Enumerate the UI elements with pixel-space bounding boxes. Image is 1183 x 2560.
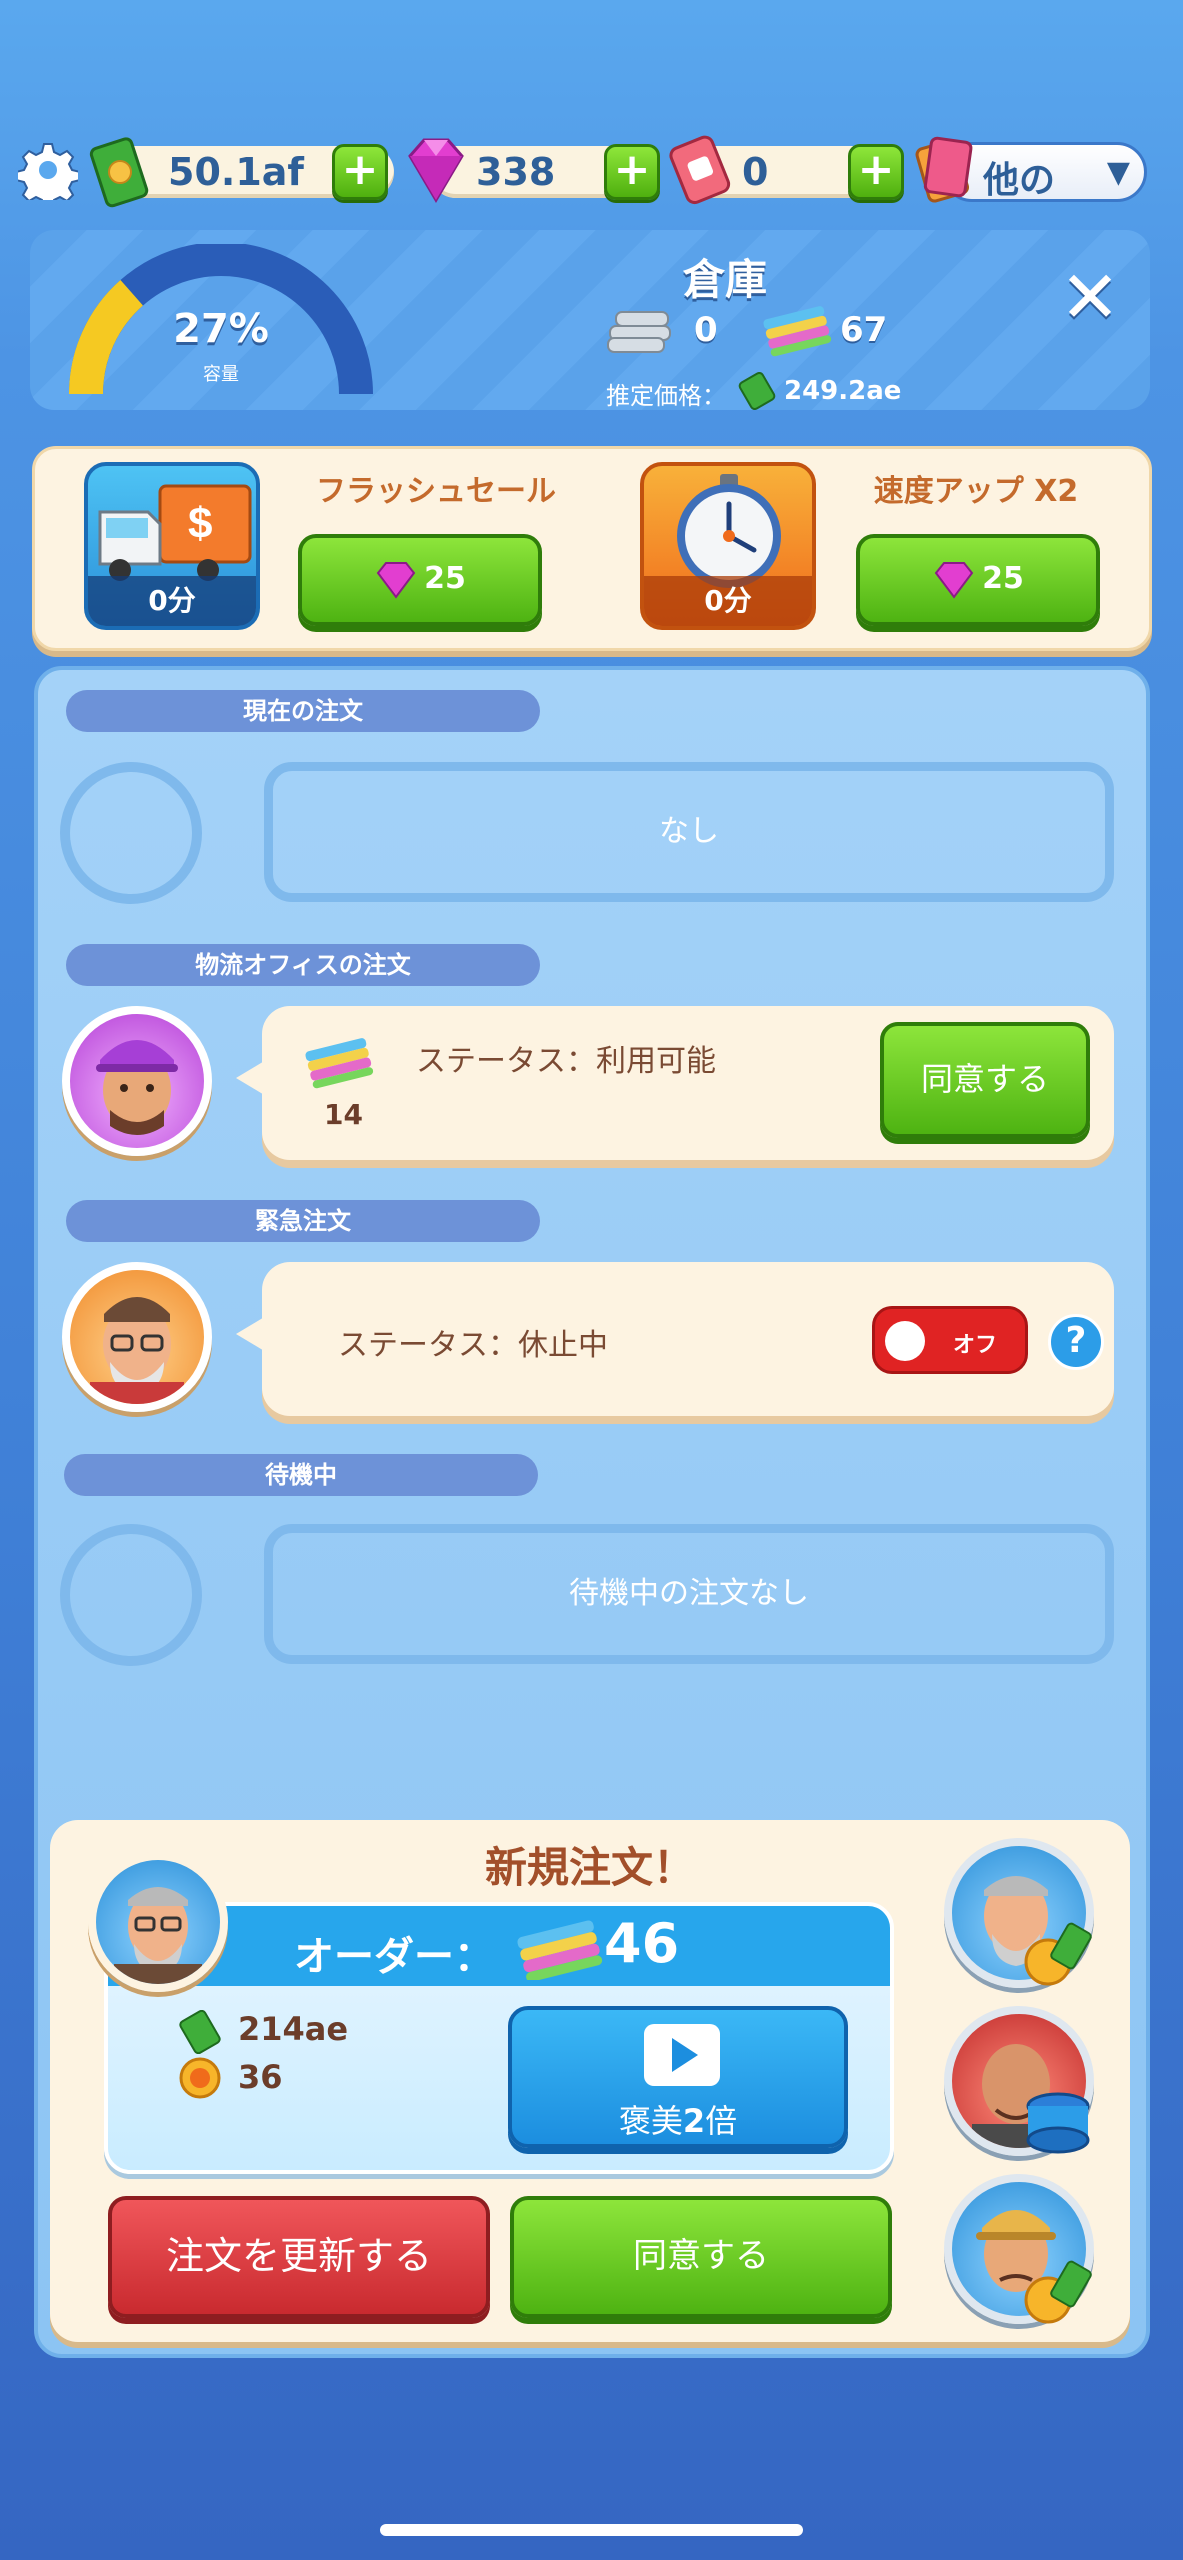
urgent-courier-avatar xyxy=(62,1262,212,1412)
urgent-status: ステータス：休止中 xyxy=(338,1328,608,1363)
logistics-courier-avatar xyxy=(62,1006,212,1156)
estimated-price-value: 249.2ae xyxy=(784,376,902,406)
card-pack-icon xyxy=(912,130,978,210)
coin-cash-reward-icon xyxy=(1024,1922,1092,1986)
coin-cash-reward-icon xyxy=(1024,2260,1092,2324)
capacity-percent: 27% xyxy=(173,306,269,352)
flash-sale-truck-icon: $ 0分 xyxy=(84,462,260,630)
urgent-toggle[interactable]: オフ xyxy=(872,1306,1028,1374)
double-reward-label: 褒美2倍 xyxy=(512,2096,844,2142)
cash-icon xyxy=(88,136,152,208)
new-order-accept-button[interactable]: 同意する xyxy=(510,2196,892,2318)
gem-icon xyxy=(398,134,474,208)
toggle-label: オフ xyxy=(953,1333,998,1358)
gem-icon xyxy=(376,561,416,599)
double-reward-suffix: 倍 xyxy=(705,2102,738,2140)
current-order-empty: なし xyxy=(264,762,1114,902)
flash-sale-cost: 25 xyxy=(424,561,466,596)
close-button[interactable]: ✕ xyxy=(1055,261,1125,333)
estimated-price-label: 推定価格： xyxy=(606,382,726,410)
warehouse-title: 倉庫 xyxy=(682,255,767,304)
tickets-value: 0 xyxy=(742,150,769,194)
gem-icon xyxy=(934,561,974,599)
logistics-order-label: 物流オフィスの注文 xyxy=(66,944,540,986)
metal-count: 0 xyxy=(694,310,718,350)
fabric-icon xyxy=(758,300,838,360)
double-reward-multiplier: 2 xyxy=(682,2102,706,2140)
double-reward-video-button[interactable]: 褒美2倍 xyxy=(508,2006,848,2148)
logistics-accept-button[interactable]: 同意する xyxy=(880,1022,1090,1138)
waiting-empty-text: 待機中の注文なし xyxy=(569,1576,809,1611)
flash-sale-title: フラッシュセール xyxy=(316,474,556,509)
speed-up-title: 速度アップ X2 xyxy=(873,474,1079,509)
help-button[interactable]: ? xyxy=(1048,1314,1104,1370)
capacity-label: 容量 xyxy=(203,364,239,385)
chevron-down-icon: ▼ xyxy=(1106,155,1130,190)
speed-up-buy-button[interactable]: 25 xyxy=(856,534,1100,626)
new-order-client-avatar xyxy=(88,1852,228,1992)
coin-icon xyxy=(179,2057,221,2099)
svg-text:$: $ xyxy=(188,499,212,548)
home-indicator[interactable] xyxy=(380,2524,803,2536)
waiting-empty: 待機中の注文なし xyxy=(264,1524,1114,1664)
refresh-order-button[interactable]: 注文を更新する xyxy=(108,2196,490,2318)
settings-gear-icon[interactable] xyxy=(15,140,81,209)
current-order-label: 現在の注文 xyxy=(66,690,540,732)
fabric-icon xyxy=(517,1920,603,1980)
speed-up-time: 0分 xyxy=(644,576,812,626)
capacity-gauge: 27% 容量 xyxy=(66,242,376,404)
speed-up-stopwatch-icon: 0分 xyxy=(640,462,816,630)
reward-cash: 214ae xyxy=(238,2010,349,2048)
cash-icon xyxy=(738,371,776,411)
add-cash-button[interactable]: + xyxy=(332,144,388,200)
current-order-empty-text: なし xyxy=(659,814,719,849)
flash-sale-buy-button[interactable]: 25 xyxy=(298,534,542,626)
logistics-quantity: 14 xyxy=(324,1098,363,1131)
cash-value: 50.1af xyxy=(168,150,304,194)
speed-up-cost: 25 xyxy=(982,561,1024,596)
add-tickets-button[interactable]: + xyxy=(848,144,904,200)
ticket-icon xyxy=(664,132,740,208)
gems-value: 338 xyxy=(476,150,556,194)
fabric-icon xyxy=(302,1032,378,1092)
reward-coins: 36 xyxy=(238,2058,283,2096)
flash-sale-time: 0分 xyxy=(88,576,256,626)
order-label: オーダー： xyxy=(294,1934,494,1980)
waiting-label: 待機中 xyxy=(64,1454,538,1496)
empty-avatar-slot xyxy=(60,762,202,904)
logistics-status: ステータス：利用可能 xyxy=(416,1044,716,1079)
new-order-title: 新規注文！ xyxy=(484,1843,695,1892)
metal-bars-icon xyxy=(604,302,676,358)
add-gems-button[interactable]: + xyxy=(604,144,660,200)
other-label: 他の xyxy=(983,160,1056,201)
cash-icon xyxy=(179,2010,221,2054)
order-quantity: 46 xyxy=(604,1912,680,1975)
empty-avatar-slot xyxy=(60,1524,202,1666)
play-icon xyxy=(644,2024,720,2086)
double-reward-prefix: 褒美 xyxy=(618,2102,683,2140)
urgent-order-label: 緊急注文 xyxy=(66,1200,540,1242)
wire-spool-reward-icon xyxy=(1026,2092,1090,2154)
fabric-count: 67 xyxy=(840,310,888,350)
toggle-knob xyxy=(885,1321,925,1361)
